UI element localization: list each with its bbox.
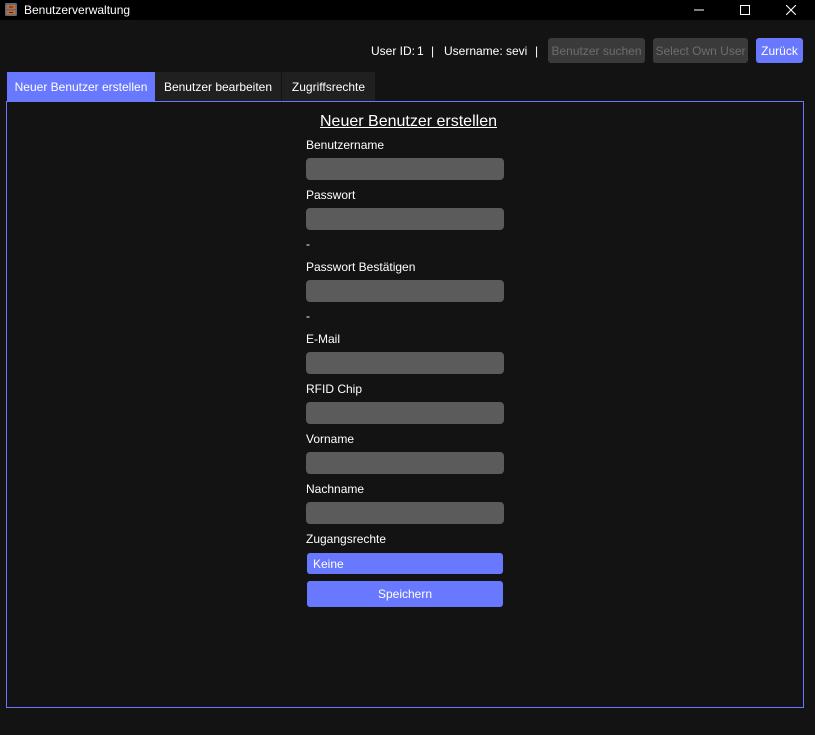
user-id-label: User ID:: [371, 44, 416, 58]
rfid-field-label: RFID Chip: [306, 382, 363, 396]
password-hint: -: [306, 237, 310, 251]
maximize-icon: [740, 5, 750, 15]
folder-cabinet-icon: [5, 3, 17, 16]
title-bar: Benutzerverwaltung: [0, 0, 815, 20]
search-user-button[interactable]: Benutzer suchen: [548, 38, 645, 63]
close-button[interactable]: [768, 0, 814, 20]
form-title: Neuer Benutzer erstellen: [320, 113, 497, 130]
password-confirm-field-label: Passwort Bestätigen: [306, 260, 416, 274]
maximize-button[interactable]: [722, 0, 768, 20]
minimize-icon: [694, 9, 704, 11]
window-title: Benutzerverwaltung: [24, 3, 131, 17]
separator: |: [431, 44, 435, 58]
tab-access-rights[interactable]: Zugriffsrechte: [282, 72, 376, 101]
access-rights-label: Zugangsrechte: [306, 532, 387, 546]
close-icon: [786, 5, 796, 15]
firstname-field-label: Vorname: [306, 432, 355, 446]
email-input[interactable]: [306, 352, 504, 374]
email-field-label: E-Mail: [306, 332, 341, 346]
password-confirm-input[interactable]: [306, 280, 504, 302]
username-label: Username:: [444, 44, 503, 58]
lastname-input[interactable]: [306, 502, 504, 524]
minimize-button[interactable]: [676, 0, 722, 20]
tab-edit-user[interactable]: Benutzer bearbeiten: [155, 72, 282, 101]
back-button[interactable]: Zurück: [756, 38, 803, 63]
username-input[interactable]: [306, 158, 504, 180]
password-input[interactable]: [306, 208, 504, 230]
save-button[interactable]: Speichern: [307, 581, 503, 607]
username-value: sevi: [506, 44, 528, 58]
username-field-label: Benutzername: [306, 138, 385, 152]
rfid-input[interactable]: [306, 402, 504, 424]
select-own-user-button[interactable]: Select Own User: [653, 38, 748, 63]
separator: |: [535, 44, 539, 58]
user-id-value: 1: [417, 44, 424, 58]
lastname-field-label: Nachname: [306, 482, 365, 496]
access-rights-select[interactable]: Keine: [307, 553, 503, 574]
access-rights-selected: Keine: [313, 556, 344, 571]
password-field-label: Passwort: [306, 188, 356, 202]
tab-create-user[interactable]: Neuer Benutzer erstellen: [7, 72, 155, 101]
password-confirm-hint: -: [306, 309, 310, 323]
firstname-input[interactable]: [306, 452, 504, 474]
